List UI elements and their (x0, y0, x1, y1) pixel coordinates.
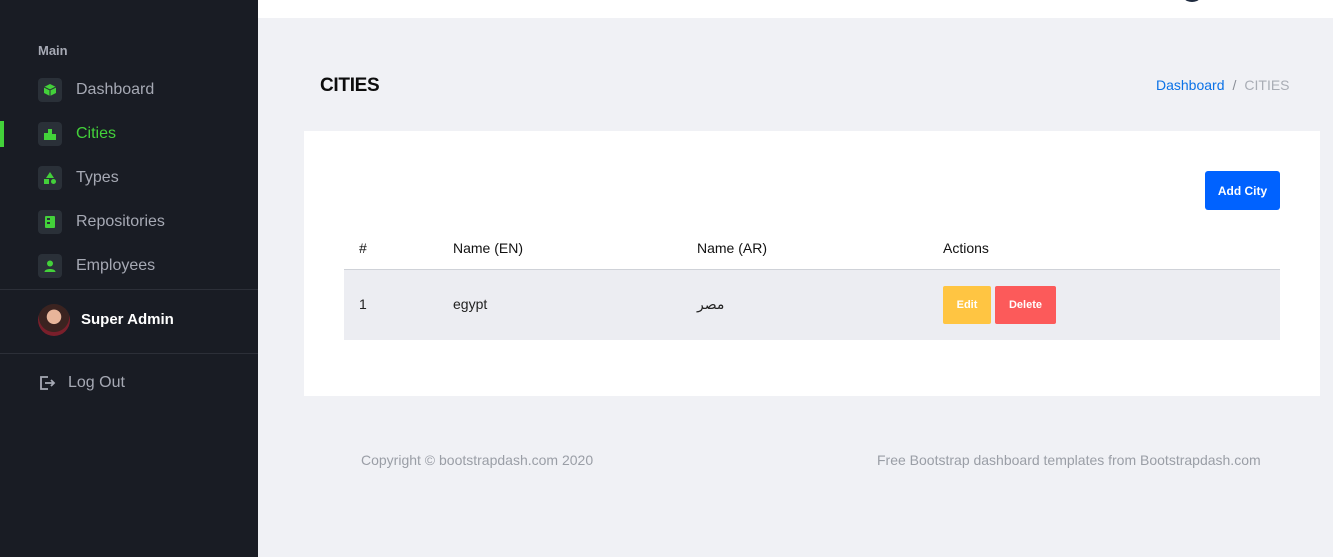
column-header-actions: Actions (943, 240, 989, 256)
breadcrumb-link-dashboard[interactable]: Dashboard (1156, 77, 1225, 93)
sidebar-divider (0, 289, 258, 290)
table-row: 1 egypt مصر Edit Delete (344, 270, 1280, 340)
cities-card: Add City # Name (EN) Name (AR) Actions 1… (304, 131, 1320, 396)
page-title: CITIES (320, 75, 380, 96)
sidebar-item-label: Cities (76, 125, 117, 142)
user-avatar-partial[interactable] (1180, 0, 1204, 2)
profile[interactable]: Super Admin (0, 300, 258, 340)
sidebar-section-label: Main (38, 43, 68, 58)
profile-name: Super Admin (81, 311, 174, 328)
sidebar-item-dashboard[interactable]: Dashboard (0, 68, 258, 112)
breadcrumb: Dashboard / CITIES (1156, 77, 1290, 93)
breadcrumb-current: CITIES (1244, 77, 1290, 93)
logout-button[interactable]: Log Out (0, 362, 258, 402)
delete-button[interactable]: Delete (995, 286, 1056, 324)
sidebar-item-cities[interactable]: Cities (0, 112, 258, 156)
user-icon (38, 254, 62, 278)
column-header-name-ar: Name (AR) (697, 240, 768, 256)
column-header-name-en: Name (EN) (453, 240, 524, 256)
cell-name-en: egypt (453, 296, 488, 312)
sidebar-item-label: Employees (76, 257, 156, 274)
sidebar-item-label: Repositories (76, 213, 165, 230)
repository-icon (38, 210, 62, 234)
logout-icon (38, 374, 56, 392)
column-header-id: # (359, 240, 367, 256)
sidebar-divider (0, 353, 258, 354)
sidebar-item-label: Types (76, 169, 119, 186)
sidebar-item-label: Dashboard (76, 81, 155, 98)
table-header: # Name (EN) Name (AR) Actions (344, 231, 1280, 270)
topbar (258, 0, 1333, 18)
sidebar: Main Dashboard Cities Types Repositories… (0, 0, 258, 557)
shapes-icon (38, 166, 62, 190)
logout-label: Log Out (68, 374, 125, 391)
edit-button[interactable]: Edit (943, 286, 991, 324)
avatar (38, 304, 70, 336)
footer-credit: Free Bootstrap dashboard templates from … (877, 452, 1261, 468)
footer-copyright: Copyright © bootstrapdash.com 2020 (361, 452, 594, 468)
cell-id: 1 (359, 296, 367, 312)
add-city-button[interactable]: Add City (1205, 171, 1280, 210)
cube-icon (38, 78, 62, 102)
sidebar-item-types[interactable]: Types (0, 156, 258, 200)
breadcrumb-separator: / (1232, 77, 1237, 93)
sidebar-item-repositories[interactable]: Repositories (0, 200, 258, 244)
sidebar-item-employees[interactable]: Employees (0, 244, 258, 288)
cities-table: # Name (EN) Name (AR) Actions 1 egypt مص… (344, 231, 1280, 340)
city-icon (38, 122, 62, 146)
cell-name-ar: مصر (697, 296, 725, 312)
